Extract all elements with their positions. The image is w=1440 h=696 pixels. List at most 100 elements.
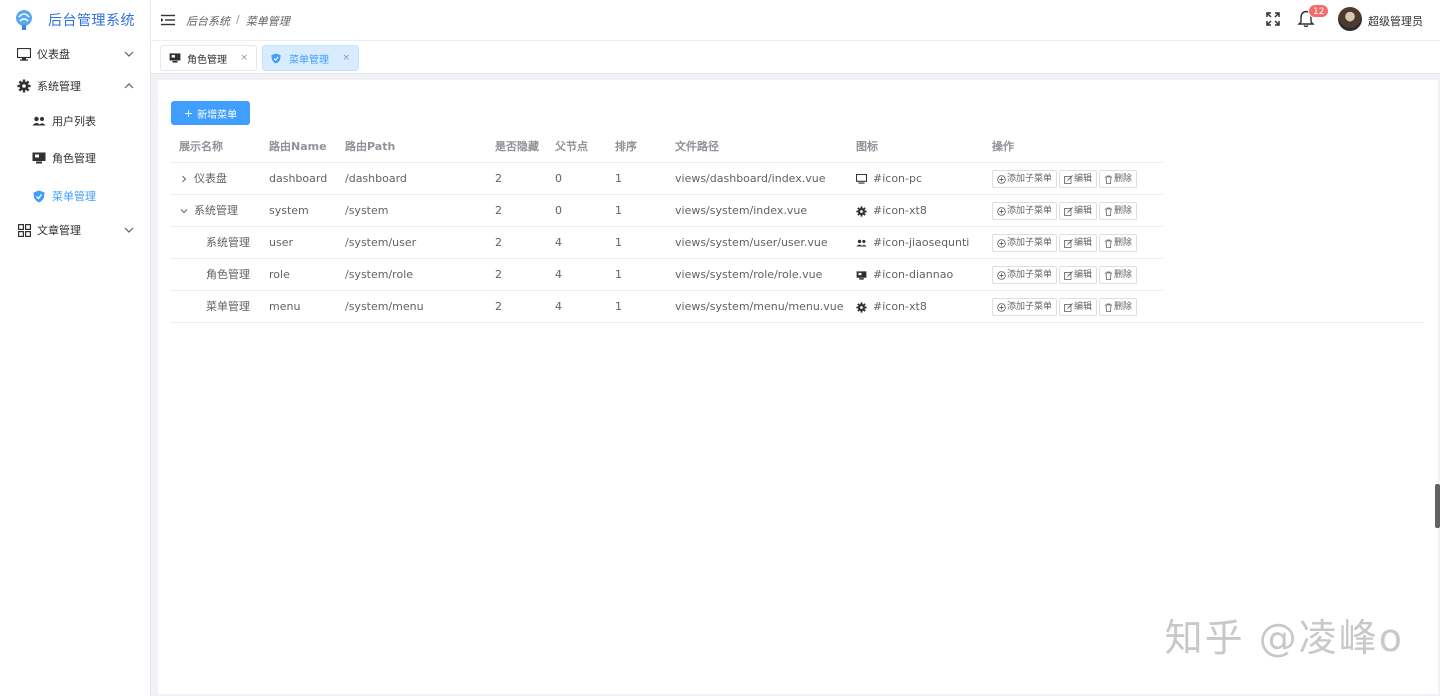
row-actions: 添加子菜单 编辑 删除 (992, 234, 1138, 252)
col-header: 展示名称 (179, 140, 223, 153)
computer-icon (169, 52, 181, 64)
edit-label: 编辑 (1074, 270, 1093, 280)
main-content: + 新增菜单 展示名称 路由Name 路由Path 是否隐藏 父节点 排序 文件… (158, 80, 1438, 694)
col-header: 父节点 (555, 140, 588, 153)
trash-icon (1104, 303, 1113, 312)
sidebar-item-user-list[interactable]: 用户列表 (0, 102, 150, 140)
edit-icon (1064, 206, 1073, 216)
menu-toggle-icon[interactable] (161, 13, 175, 27)
delete-label: 删除 (1114, 302, 1133, 312)
tab-role[interactable]: 角色管理 × (160, 45, 257, 71)
table-row: 仪表盘 dashboard /dashboard 2 0 1 views/das… (170, 163, 1164, 195)
chevron-down-icon (124, 51, 134, 57)
edit-button[interactable]: 编辑 (1059, 202, 1098, 220)
cell-sort: 1 (615, 204, 622, 217)
col-header: 图标 (856, 140, 878, 153)
add-child-button[interactable]: 添加子菜单 (992, 202, 1058, 220)
gear-icon (17, 79, 31, 93)
computer-icon (856, 270, 867, 281)
plus-circle-icon (997, 270, 1006, 280)
monitor-icon (17, 47, 31, 61)
plus-circle-icon (997, 302, 1006, 312)
add-child-label: 添加子菜单 (1007, 174, 1053, 184)
add-child-button[interactable]: 添加子菜单 (992, 266, 1058, 284)
chevron-right-icon[interactable] (180, 175, 188, 183)
sidebar-item-label: 菜单管理 (52, 190, 96, 203)
cell-parent: 0 (555, 172, 562, 185)
sidebar-item-system[interactable]: 系统管理 (0, 69, 150, 103)
cell-sort: 1 (615, 172, 622, 185)
delete-button[interactable]: 删除 (1099, 170, 1138, 188)
cell-route-name: user (269, 236, 293, 249)
avatar[interactable] (1338, 7, 1362, 31)
col-header: 排序 (615, 140, 637, 153)
sidebar-item-role[interactable]: 角色管理 (0, 139, 150, 177)
cell-path: /system/role (345, 268, 414, 281)
sidebar-item-dashboard[interactable]: 仪表盘 (0, 37, 150, 71)
edit-icon (1064, 302, 1073, 312)
gear-icon (856, 301, 867, 313)
plus-circle-icon (997, 174, 1006, 184)
icon-name: #icon-xt8 (873, 204, 927, 217)
tab-menu[interactable]: 菜单管理 × (262, 45, 359, 71)
add-menu-button[interactable]: + 新增菜单 (171, 101, 250, 125)
edit-button[interactable]: 编辑 (1059, 170, 1098, 188)
cell-route-name: menu (269, 300, 301, 313)
scrollbar-thumb[interactable] (1435, 484, 1440, 528)
edit-icon (1064, 174, 1073, 184)
cell-parent: 4 (555, 236, 562, 249)
delete-button[interactable]: 删除 (1099, 298, 1138, 316)
cell-hidden: 2 (495, 236, 502, 249)
breadcrumb-item[interactable]: 后台系统 (186, 13, 230, 29)
close-icon[interactable]: × (342, 53, 350, 63)
icon-name: #icon-jiaosequnti (873, 236, 970, 249)
tabs-bar: 角色管理 × 菜单管理 × (151, 41, 1440, 74)
plus-icon: + (183, 106, 194, 120)
delete-button[interactable]: 删除 (1099, 202, 1138, 220)
row-actions: 添加子菜单 编辑 删除 (992, 202, 1138, 220)
delete-label: 删除 (1114, 206, 1133, 216)
trash-icon (1104, 239, 1113, 248)
plus-circle-icon (997, 206, 1006, 216)
add-child-label: 添加子菜单 (1007, 270, 1053, 280)
delete-button[interactable]: 删除 (1099, 234, 1138, 252)
cell-name: 系统管理 (194, 204, 238, 217)
edit-icon (1064, 238, 1073, 248)
cell-path: /system (345, 204, 389, 217)
fullscreen-icon[interactable] (1266, 12, 1280, 26)
edit-icon (1064, 270, 1073, 280)
add-child-button[interactable]: 添加子菜单 (992, 234, 1058, 252)
edit-button[interactable]: 编辑 (1059, 266, 1098, 284)
chevron-down-icon[interactable] (180, 207, 188, 215)
sidebar: 后台管理系统 仪表盘 系统管理 用户列表 角色管理 菜单管理 文章管理 (0, 0, 151, 696)
edit-button[interactable]: 编辑 (1059, 234, 1098, 252)
app-title: 后台管理系统 (48, 13, 135, 29)
cell-icon: #icon-diannao (856, 259, 953, 291)
icon-name: #icon-diannao (873, 268, 954, 281)
add-child-label: 添加子菜单 (1007, 206, 1053, 216)
delete-button[interactable]: 删除 (1099, 266, 1138, 284)
notification-badge: 12 (1308, 4, 1330, 18)
add-child-button[interactable]: 添加子菜单 (992, 170, 1058, 188)
plus-circle-icon (997, 238, 1006, 248)
close-icon[interactable]: × (240, 53, 248, 63)
table-row: 系统管理 user /system/user 2 4 1 views/syste… (170, 227, 1164, 259)
edit-button[interactable]: 编辑 (1059, 298, 1098, 316)
col-header: 路由Name (269, 140, 327, 153)
sidebar-item-label: 仪表盘 (37, 48, 70, 61)
col-header: 是否隐藏 (495, 140, 539, 153)
cell-file: views/system/index.vue (675, 204, 808, 217)
sidebar-item-menu[interactable]: 菜单管理 (0, 177, 150, 215)
breadcrumb-item: 菜单管理 (245, 15, 290, 28)
sidebar-item-article[interactable]: 文章管理 (0, 213, 150, 247)
table-header: 展示名称 路由Name 路由Path 是否隐藏 父节点 排序 文件路径 图标 操… (170, 131, 1164, 163)
col-header: 路由Path (345, 140, 396, 153)
cell-sort: 1 (615, 268, 622, 281)
username[interactable]: 超级管理员 (1368, 13, 1423, 29)
trash-icon (1104, 207, 1113, 216)
cell-file: views/dashboard/index.vue (675, 172, 826, 185)
add-child-button[interactable]: 添加子菜单 (992, 298, 1058, 316)
cell-hidden: 2 (495, 172, 502, 185)
cell-icon: #icon-pc (856, 163, 922, 195)
cell-name: 菜单管理 (206, 300, 250, 313)
